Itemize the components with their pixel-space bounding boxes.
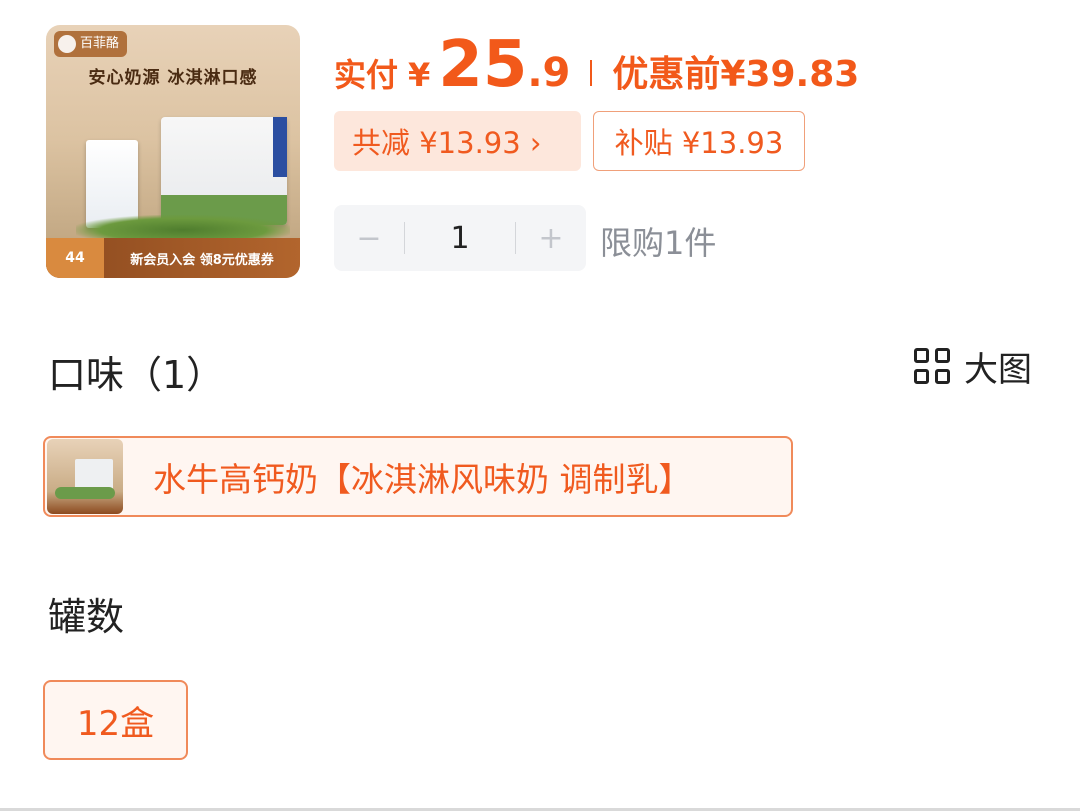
flavor-section-title: 口味（1）	[48, 353, 225, 397]
big-view-toggle[interactable]: 大图	[914, 346, 1032, 390]
price-row: 实付 ¥ 25 .9 优惠前 ¥39.83	[334, 28, 859, 108]
thumbnail-price: 44	[46, 238, 104, 278]
quantity-value[interactable]: 1	[405, 221, 515, 256]
flavor-option-selected[interactable]: 水牛高钙奶【冰淇淋风味奶 调制乳】	[43, 436, 793, 517]
thumbnail-headline: 安心奶源 冰淇淋口感	[88, 68, 258, 88]
paid-label: 实付	[334, 56, 399, 94]
quantity-stepper: − 1 +	[334, 205, 586, 271]
count-section-title: 罐数	[48, 595, 125, 639]
before-discount-label: 优惠前	[612, 54, 721, 95]
brand-badge: 百菲酪	[54, 31, 128, 57]
product-box-image	[161, 117, 287, 225]
flavor-option-thumbnail	[47, 439, 123, 514]
decrease-button[interactable]: −	[334, 221, 404, 256]
thumbnail-footer: 44 新会员入会 领8元优惠券	[46, 238, 300, 278]
mini-grass	[55, 487, 115, 499]
big-view-label: 大图	[964, 349, 1032, 390]
total-reduction-chip[interactable]: 共减 ¥13.93 ›	[334, 111, 581, 171]
increase-button[interactable]: +	[516, 221, 586, 256]
paid-price-decimal: .9	[527, 50, 571, 96]
flavor-option-label: 水牛高钙奶【冰淇淋风味奶 调制乳】	[153, 459, 692, 499]
sku-selector-panel: 百菲酪 安心奶源 冰淇淋口感 44 新会员入会 领8元优惠券 实付 ¥ 25 .…	[0, 0, 1080, 811]
thumbnail-promo: 新会员入会 领8元优惠券	[130, 252, 274, 268]
purchase-limit: 限购1件	[600, 224, 717, 262]
currency-symbol: ¥	[408, 56, 431, 94]
box-stripe	[273, 117, 287, 177]
count-option-selected[interactable]: 12盒	[43, 680, 188, 760]
subsidy-chip: 补贴 ¥13.93	[593, 111, 805, 171]
before-discount-price: ¥39.83	[720, 54, 860, 95]
price-divider	[590, 60, 593, 86]
brand-logo-icon	[58, 35, 76, 53]
brand-name: 百菲酪	[80, 36, 120, 51]
product-thumbnail[interactable]: 百菲酪 安心奶源 冰淇淋口感 44 新会员入会 领8元优惠券	[46, 25, 300, 278]
grid-view-icon	[914, 348, 950, 384]
paid-price-integer: 25	[438, 28, 528, 102]
